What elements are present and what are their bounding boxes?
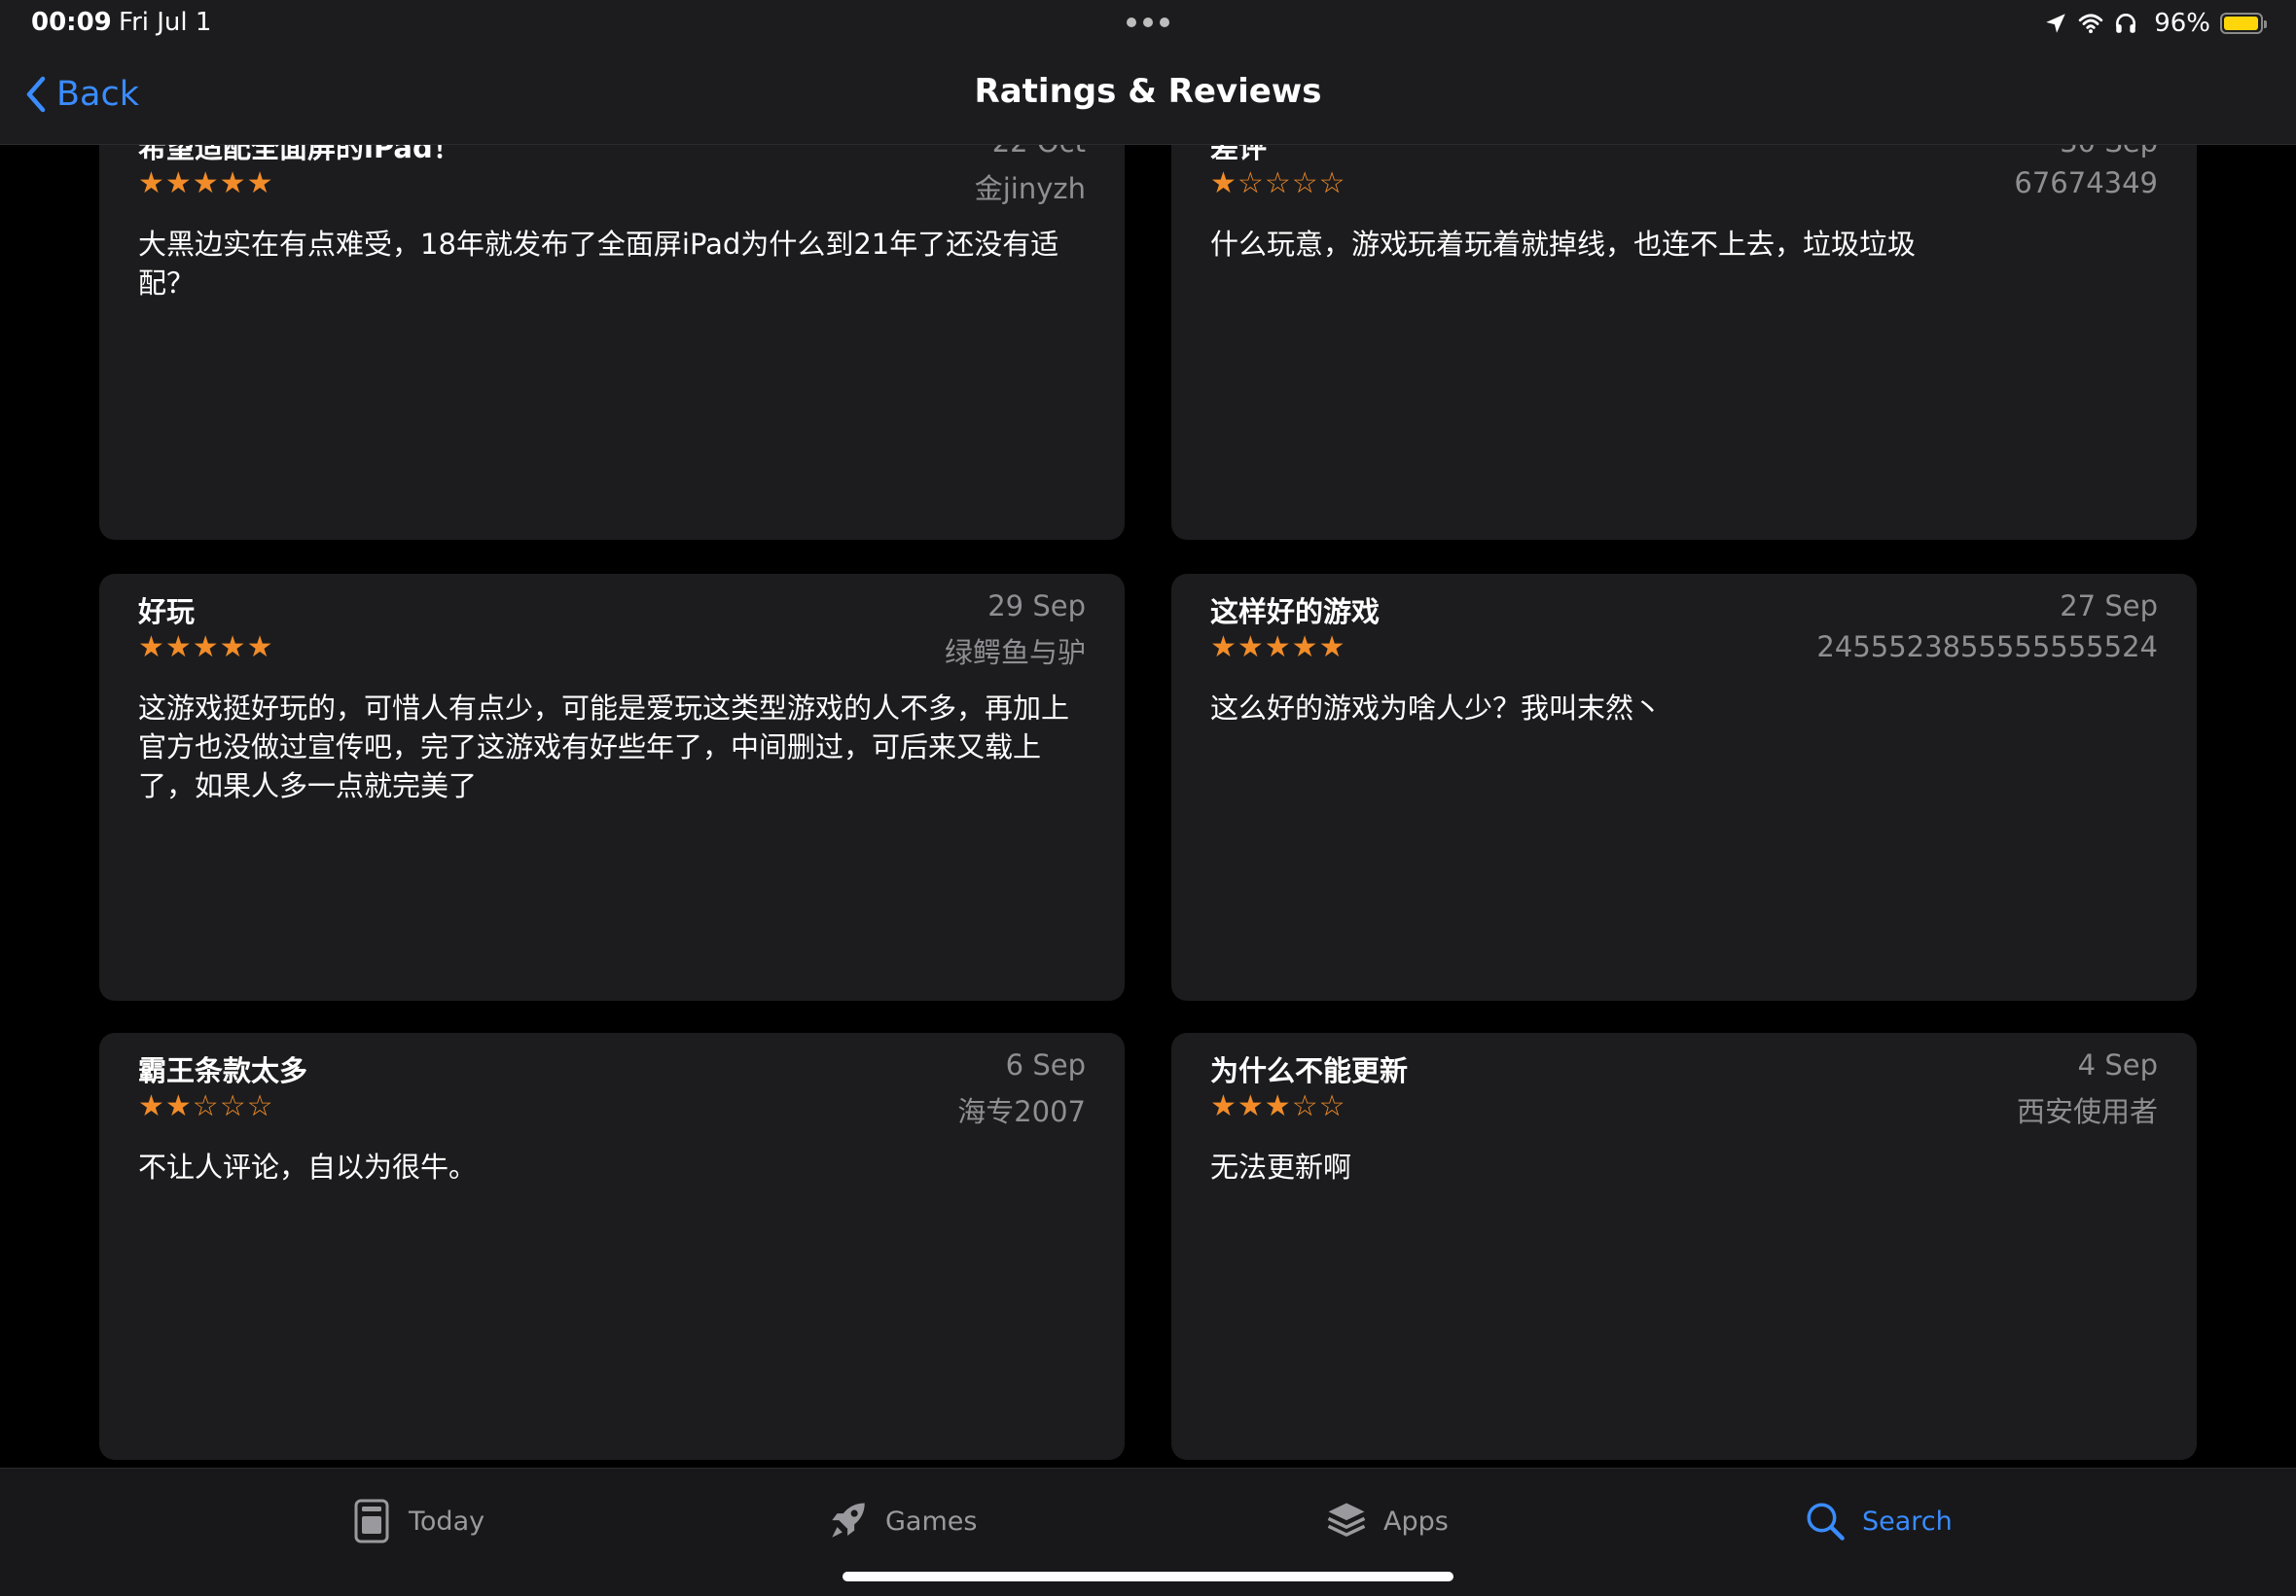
status-bar: 00:09 Fri Jul 1 96%	[0, 0, 2296, 47]
tab-label: Today	[409, 1506, 485, 1537]
review-title: 差评	[1210, 145, 1268, 164]
star-rating: ★★★★★	[1210, 630, 1346, 664]
review-body: 这游戏挺好玩的，可惜人有点少，可能是爱玩这类型游戏的人不多，再加上官方也没做过宣…	[138, 692, 1070, 802]
home-indicator[interactable]	[843, 1572, 1453, 1581]
location-icon	[2046, 14, 2065, 33]
navigation-bar: Back Ratings & Reviews	[0, 47, 2296, 145]
battery-icon	[2220, 13, 2267, 34]
review-author: 2455523855555555524	[1816, 630, 2158, 663]
today-icon	[354, 1499, 389, 1543]
review-author: 绿鳄鱼与驴	[944, 636, 1086, 669]
tab-label: Apps	[1383, 1506, 1449, 1537]
review-date: 6 Sep	[1005, 1048, 1086, 1082]
review-title: 希望适配全面屏的iPad！	[138, 145, 461, 164]
review-card[interactable]: 希望适配全面屏的iPad！ 22 Oct ★★★★★ 金jinyzh 大黑边实在…	[99, 145, 1125, 540]
review-title: 这样好的游戏	[1210, 595, 1381, 628]
review-card[interactable]: 好玩 29 Sep ★★★★★ 绿鳄鱼与驴 这游戏挺好玩的，可惜人有点少，可能是…	[99, 574, 1125, 1001]
star-rating: ★★☆☆☆	[138, 1089, 274, 1123]
review-title: 为什么不能更新	[1210, 1054, 1409, 1087]
tab-label: Search	[1862, 1506, 1953, 1537]
battery-percent: 96%	[2154, 9, 2210, 38]
review-title: 好玩	[138, 595, 196, 628]
rocket-icon	[832, 1503, 865, 1538]
review-card[interactable]: 差评 30 Sep ★☆☆☆☆ 67674349 什么玩意，游戏玩着玩着就掉线，…	[1171, 145, 2197, 540]
review-date: 22 Oct	[992, 145, 1086, 159]
review-date: 30 Sep	[2060, 145, 2158, 159]
star-rating: ★★★★★	[138, 166, 274, 200]
star-rating: ★☆☆☆☆	[1210, 166, 1346, 200]
headphones-icon	[2116, 14, 2136, 33]
reviews-grid[interactable]: 希望适配全面屏的iPad！ 22 Oct ★★★★★ 金jinyzh 大黑边实在…	[0, 145, 2296, 1468]
review-body: 这么好的游戏为啥人少？我叫末然丶	[1210, 692, 1663, 725]
multitasking-dots-icon[interactable]	[1127, 18, 1169, 29]
tab-label: Games	[885, 1506, 978, 1537]
status-time: 00:09	[31, 8, 112, 37]
tab-apps[interactable]: Apps	[1325, 1494, 1449, 1548]
star-rating: ★★★★★	[138, 630, 274, 664]
review-card[interactable]: 为什么不能更新 4 Sep ★★★☆☆ 西安使用者 无法更新啊	[1171, 1033, 2197, 1460]
review-date: 29 Sep	[987, 589, 1086, 622]
review-date: 4 Sep	[2077, 1048, 2158, 1082]
review-author: 海专2007	[957, 1095, 1086, 1128]
review-title: 霸王条款太多	[138, 1054, 308, 1087]
wifi-icon	[2078, 14, 2103, 34]
review-body: 什么玩意，游戏玩着玩着就掉线，也连不上去，垃圾垃圾	[1210, 228, 1917, 261]
review-author: 金jinyzh	[974, 172, 1086, 205]
review-date: 27 Sep	[2060, 589, 2158, 622]
apps-stack-icon	[1327, 1503, 1366, 1537]
tab-games[interactable]: Games	[827, 1494, 977, 1548]
review-card[interactable]: 霸王条款太多 6 Sep ★★☆☆☆ 海专2007 不让人评论，自以为很牛。	[99, 1033, 1125, 1460]
tab-search[interactable]: Search	[1804, 1494, 1953, 1548]
star-rating: ★★★☆☆	[1210, 1089, 1346, 1123]
page-title: Ratings & Reviews	[974, 72, 1322, 111]
review-body: 大黑边实在有点难受，18年就发布了全面屏iPad为什么到21年了还没有适配？	[138, 228, 1059, 300]
review-author: 西安使用者	[2016, 1095, 2158, 1128]
review-card[interactable]: 这样好的游戏 27 Sep ★★★★★ 2455523855555555524 …	[1171, 574, 2197, 1001]
review-body: 无法更新啊	[1210, 1151, 1352, 1184]
status-indicators: 96%	[2043, 8, 2267, 39]
review-author: 67674349	[2014, 166, 2158, 199]
search-icon	[1807, 1503, 1845, 1541]
tab-today[interactable]: Today	[350, 1494, 484, 1548]
review-body: 不让人评论，自以为很牛。	[138, 1151, 478, 1184]
status-date: Fri Jul 1	[119, 8, 212, 37]
